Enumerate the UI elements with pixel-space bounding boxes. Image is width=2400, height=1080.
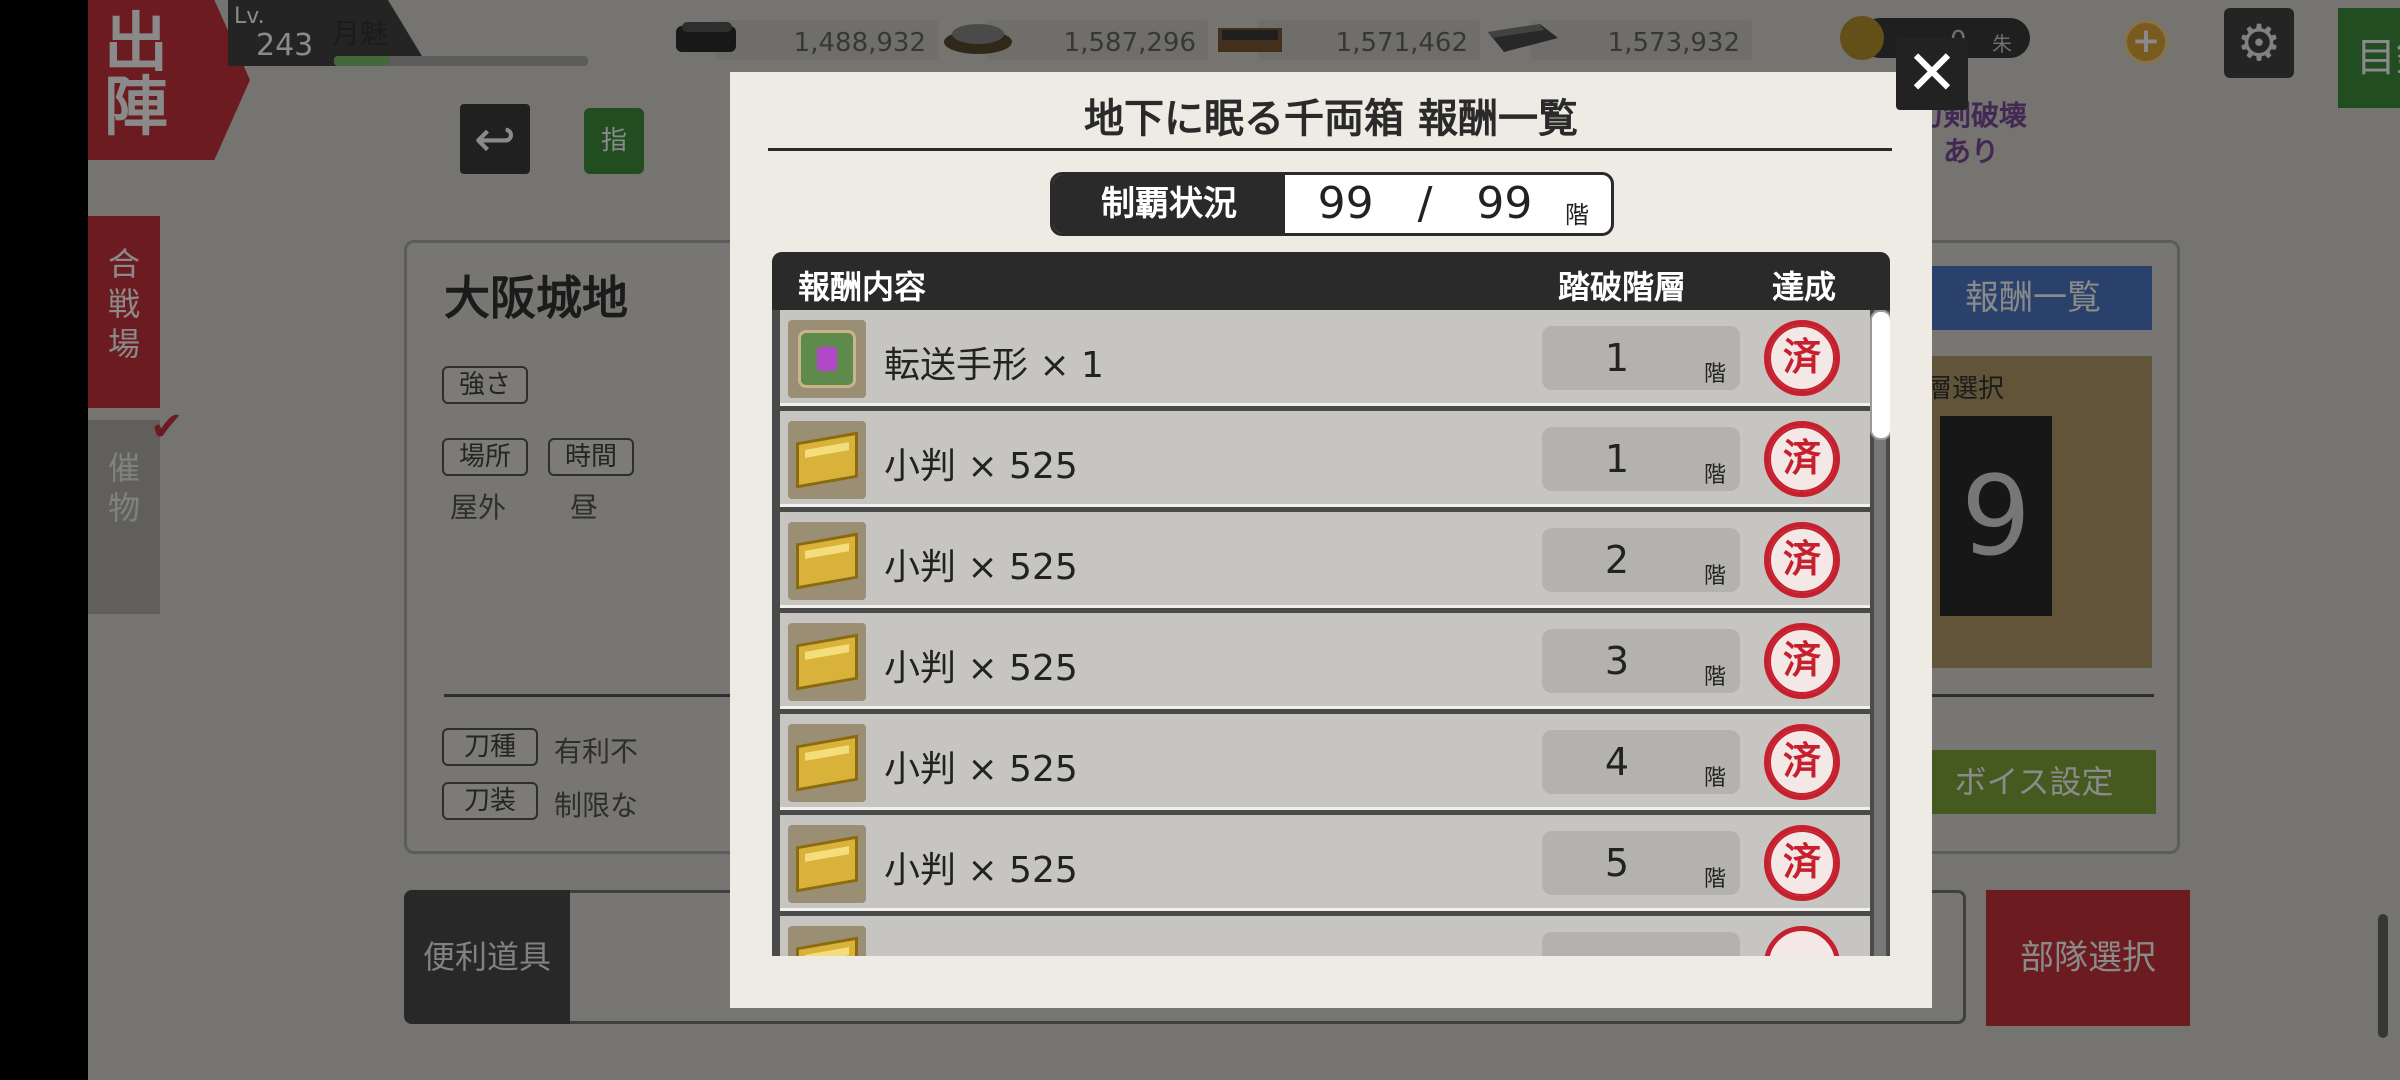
koban-icon [788, 623, 866, 701]
floor-unit: 階 [1704, 766, 1727, 791]
completed-mark: 済 [1769, 527, 1835, 593]
reward-name: 小判 × 525 [884, 648, 1078, 689]
koban-graphic [796, 633, 858, 691]
koban-icon [788, 825, 866, 903]
floor-cell [1542, 932, 1740, 956]
conquest-status-unit: 階 [1565, 201, 1589, 229]
reward-name: 転送手形 × 1 [884, 345, 1104, 386]
close-icon: ✕ [1906, 36, 1958, 109]
column-header-done: 達成 [1772, 268, 1837, 306]
table-row[interactable]: 小判 × 525 4階 済 [780, 714, 1870, 810]
koban-icon [788, 724, 866, 802]
floor-unit: 階 [1704, 564, 1727, 589]
floor-number: 5 [1604, 841, 1630, 885]
reward-name: 小判 × 525 [884, 850, 1078, 891]
floor-cell: 5階 [1542, 831, 1740, 895]
table-row[interactable]: 小判 × 525 3階 済 [780, 613, 1870, 709]
table-row-partial[interactable] [780, 916, 1870, 956]
completed-mark: 済 [1769, 830, 1835, 896]
koban-graphic [796, 532, 858, 590]
koban-graphic [796, 734, 858, 792]
reward-list[interactable]: 転送手形 × 1 1階 済 小判 × 525 1階 済 小判 × 525 2階 [780, 310, 1870, 956]
table-row[interactable]: 小判 × 525 2階 済 [780, 512, 1870, 608]
floor-number: 2 [1604, 538, 1630, 582]
koban-icon [788, 522, 866, 600]
koban-graphic [796, 835, 858, 893]
transfer-pass-icon [788, 320, 866, 398]
title-divider [768, 148, 1892, 151]
column-header-content: 報酬内容 [798, 268, 927, 306]
koban-graphic [796, 936, 858, 956]
floor-cell: 1階 [1542, 427, 1740, 491]
floor-cell: 2階 [1542, 528, 1740, 592]
close-button[interactable]: ✕ [1896, 38, 1968, 110]
completed-seal-icon: 済 [1764, 421, 1840, 497]
table-header: 報酬内容 踏破階層 達成 [772, 252, 1890, 310]
modal-title: 地下に眠る千両箱 報酬一覧 [1084, 95, 1578, 142]
koban-graphic [796, 431, 858, 489]
floor-number: 3 [1604, 639, 1630, 683]
completed-mark: 済 [1769, 426, 1835, 492]
table-row[interactable]: 小判 × 525 5階 済 [780, 815, 1870, 911]
conquest-status-value: 99 / 99 [1317, 178, 1533, 229]
floor-cell: 1階 [1542, 326, 1740, 390]
completed-mark: 済 [1769, 628, 1835, 694]
completed-seal-icon [1764, 926, 1840, 956]
floor-unit: 階 [1704, 867, 1727, 892]
completed-seal-icon: 済 [1764, 724, 1840, 800]
floor-cell: 4階 [1542, 730, 1740, 794]
koban-icon [788, 926, 866, 956]
floor-cell: 3階 [1542, 629, 1740, 693]
floor-number: 4 [1604, 740, 1630, 784]
completed-seal-icon: 済 [1764, 623, 1840, 699]
game-screen: 出陣 Lv. 243 月魅 1,488,932 1,587,296 1,571,… [88, 0, 2400, 1080]
conquest-status: 制覇状況 99 / 99 階 [1050, 172, 1614, 236]
completed-mark: 済 [1769, 325, 1835, 391]
koban-icon [788, 421, 866, 499]
floor-number: 1 [1604, 336, 1630, 380]
floor-number: 1 [1604, 437, 1630, 481]
completed-seal-icon: 済 [1764, 825, 1840, 901]
reward-name: 小判 × 525 [884, 446, 1078, 487]
floor-unit: 階 [1704, 665, 1727, 690]
reward-table: 報酬内容 踏破階層 達成 転送手形 × 1 1階 済 小判 × 525 1階 済… [772, 252, 1890, 956]
reward-name: 小判 × 525 [884, 749, 1078, 790]
list-scroll-thumb[interactable] [1870, 310, 1890, 440]
list-scrollbar[interactable] [1870, 310, 1890, 956]
completed-seal-icon: 済 [1764, 320, 1840, 396]
floor-unit: 階 [1704, 463, 1727, 488]
floor-unit: 階 [1704, 362, 1727, 387]
conquest-status-label: 制覇状況 [1053, 175, 1285, 233]
table-row[interactable]: 転送手形 × 1 1階 済 [780, 310, 1870, 406]
completed-mark: 済 [1769, 729, 1835, 795]
reward-name: 小判 × 525 [884, 547, 1078, 588]
column-header-floor: 踏破階層 [1558, 268, 1687, 306]
table-row[interactable]: 小判 × 525 1階 済 [780, 411, 1870, 507]
reward-list-modal: 地下に眠る千両箱 報酬一覧 制覇状況 99 / 99 階 報酬内容 踏破階層 達… [730, 72, 1932, 1008]
completed-seal-icon: 済 [1764, 522, 1840, 598]
pass-graphic [798, 330, 856, 388]
